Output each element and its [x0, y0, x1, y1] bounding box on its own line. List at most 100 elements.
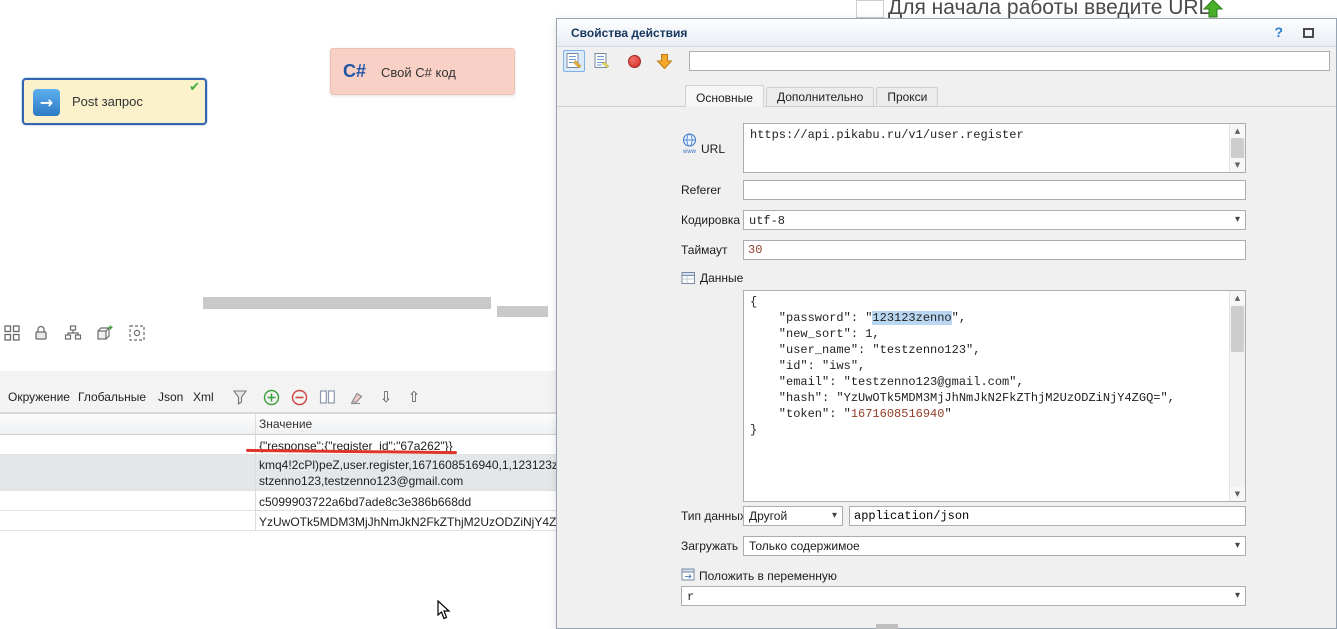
csharp-icon: C# — [343, 61, 366, 82]
scroll-down-icon[interactable]: ▼ — [1230, 487, 1245, 501]
properties-view-button[interactable] — [563, 50, 585, 72]
token-number: 1671608516940 — [851, 407, 945, 421]
mouse-cursor — [437, 600, 451, 620]
column-header-value: Значение — [259, 417, 312, 431]
bottom-scrollbar-fragment[interactable] — [876, 624, 898, 629]
column-divider[interactable] — [255, 413, 256, 531]
tab-xml[interactable]: Xml — [193, 390, 214, 404]
url-value: https://api.pikabu.ru/v1/user.register — [744, 124, 1229, 146]
tab-environment[interactable]: Окружение — [8, 390, 70, 404]
table-header[interactable]: Значение — [0, 413, 556, 435]
post-request-icon: → — [33, 89, 60, 116]
dialog-tabstrip: Основные Дополнительно Прокси — [557, 85, 1336, 107]
table-row[interactable]: kmq4!2cPl)peZ,user.register,167160851694… — [0, 455, 556, 491]
dialog-titlebar[interactable]: Свойства действия ? — [557, 19, 1336, 47]
tab-globals[interactable]: Глобальные — [78, 390, 146, 404]
url-label: URL — [701, 142, 725, 156]
scrollbar-thumb[interactable] — [1231, 306, 1244, 352]
tab-additional[interactable]: Дополнительно — [766, 87, 874, 106]
grid-icon[interactable] — [1, 322, 23, 344]
timeout-input[interactable] — [743, 240, 1246, 260]
data-type-value: Другой — [749, 509, 787, 523]
chevron-down-icon: ▾ — [1235, 214, 1240, 225]
url-textbox[interactable]: https://api.pikabu.ru/v1/user.register ▲… — [743, 123, 1246, 173]
scroll-up-icon[interactable]: ▲ — [1230, 291, 1245, 305]
workspace-hint-text: Для начала работы введите URL — [888, 0, 1210, 20]
timeout-label: Таймаут — [681, 243, 727, 257]
data-table-icon — [681, 271, 696, 285]
referer-input[interactable] — [743, 180, 1246, 200]
move-down-icon[interactable]: ⇩ — [377, 388, 395, 406]
success-check-icon: ✔ — [189, 80, 200, 95]
post-block-label: Post запрос — [72, 94, 143, 109]
data-type-label: Тип данных — [681, 509, 746, 523]
svg-text:www: www — [682, 149, 697, 155]
table-row[interactable]: YzUwOTk5MDM3MjJhNmJkN2FkZThjM2UzODZiNjY4… — [0, 511, 556, 531]
request-body-json: { "password": "123123zenno", "new_sort":… — [744, 291, 1229, 441]
encoding-value: utf-8 — [749, 214, 785, 228]
scroll-down-icon[interactable]: ▼ — [1230, 158, 1245, 172]
encoding-combobox[interactable]: utf-8 ▾ — [743, 210, 1246, 230]
dialog-title: Свойства действия — [571, 26, 687, 40]
put-to-variable-label: Положить в переменную — [699, 569, 837, 583]
add-row-icon[interactable] — [262, 388, 280, 406]
variable-icon — [681, 568, 695, 581]
tab-proxy[interactable]: Прокси — [876, 87, 938, 106]
eraser-icon[interactable] — [346, 388, 364, 406]
row-value: c5099903722a6bd7ade8c3e386b668dd — [259, 494, 599, 510]
action-block-post-request[interactable]: → Post запрос ✔ — [22, 78, 207, 125]
scrollbar-thumb[interactable] — [1231, 138, 1244, 159]
load-mode-value: Только содержимое — [749, 539, 860, 553]
sitemap-icon[interactable] — [62, 322, 84, 344]
table-row[interactable]: c5099903722a6bd7ade8c3e386b668dd — [0, 491, 556, 511]
selected-text: 123123zenno — [872, 311, 951, 325]
page-edit-icon — [565, 52, 583, 70]
app-window: → Post запрос ✔ C# Свой C# код Для начал… — [0, 0, 1337, 629]
row-value: kmq4!2cPl)peZ,user.register,167160851694… — [259, 457, 599, 489]
page-list-icon — [593, 52, 611, 70]
variable-combobox[interactable]: r ▾ — [681, 586, 1246, 606]
content-type-input[interactable] — [849, 506, 1246, 526]
comment-view-button[interactable] — [591, 50, 613, 72]
insert-button[interactable] — [653, 50, 675, 72]
tab-main[interactable]: Основные — [685, 85, 764, 107]
capture-area-icon[interactable] — [126, 322, 148, 344]
move-up-icon[interactable]: ⇧ — [405, 388, 423, 406]
data-label: Данные — [700, 271, 743, 285]
workspace-hscrollbar[interactable] — [203, 297, 491, 309]
lock-icon[interactable] — [30, 322, 52, 344]
chevron-down-icon: ▾ — [1235, 590, 1240, 601]
chevron-down-icon: ▾ — [1235, 540, 1240, 551]
columns-icon[interactable] — [318, 388, 336, 406]
globe-www-icon: www — [681, 133, 698, 155]
encoding-label: Кодировка — [681, 213, 740, 227]
scroll-up-icon[interactable]: ▲ — [1230, 124, 1245, 138]
record-button[interactable] — [623, 50, 645, 72]
variables-tabbar: Окружение Глобальные Json Xml ⇩ ⇧ — [0, 371, 556, 413]
maximize-button[interactable] — [1303, 28, 1314, 38]
load-label: Загружать — [681, 539, 738, 553]
csharp-block-label: Свой C# код — [381, 65, 456, 80]
variable-value: r — [687, 590, 694, 604]
orange-down-arrow-icon — [656, 53, 673, 70]
green-up-arrow-icon — [1203, 0, 1223, 18]
url-scrollbar[interactable]: ▲ ▼ — [1229, 124, 1245, 172]
action-properties-dialog: Свойства действия ? — [556, 18, 1337, 629]
record-icon — [628, 55, 641, 68]
load-mode-combobox[interactable]: Только содержимое ▾ — [743, 536, 1246, 556]
add-module-icon[interactable] — [93, 322, 115, 344]
row-value: YzUwOTk5MDM3MjJhNmJkN2FkZThjM2UzODZiNjY4… — [259, 514, 599, 530]
filter-icon[interactable] — [231, 388, 249, 406]
workspace-hscrollbar-fragment[interactable] — [497, 306, 548, 317]
help-button[interactable]: ? — [1274, 24, 1283, 40]
data-textbox[interactable]: { "password": "123123zenno", "new_sort":… — [743, 290, 1246, 502]
chevron-down-icon: ▾ — [832, 510, 837, 521]
referer-label: Referer — [681, 183, 721, 197]
panel-fragment — [856, 0, 884, 18]
remove-row-icon[interactable] — [290, 388, 308, 406]
data-type-combobox[interactable]: Другой ▾ — [743, 506, 843, 526]
tab-json[interactable]: Json — [158, 390, 183, 404]
action-block-csharp[interactable]: C# Свой C# код — [330, 48, 515, 95]
action-comment-input[interactable] — [689, 51, 1330, 71]
data-scrollbar[interactable]: ▲ ▼ — [1229, 291, 1245, 501]
